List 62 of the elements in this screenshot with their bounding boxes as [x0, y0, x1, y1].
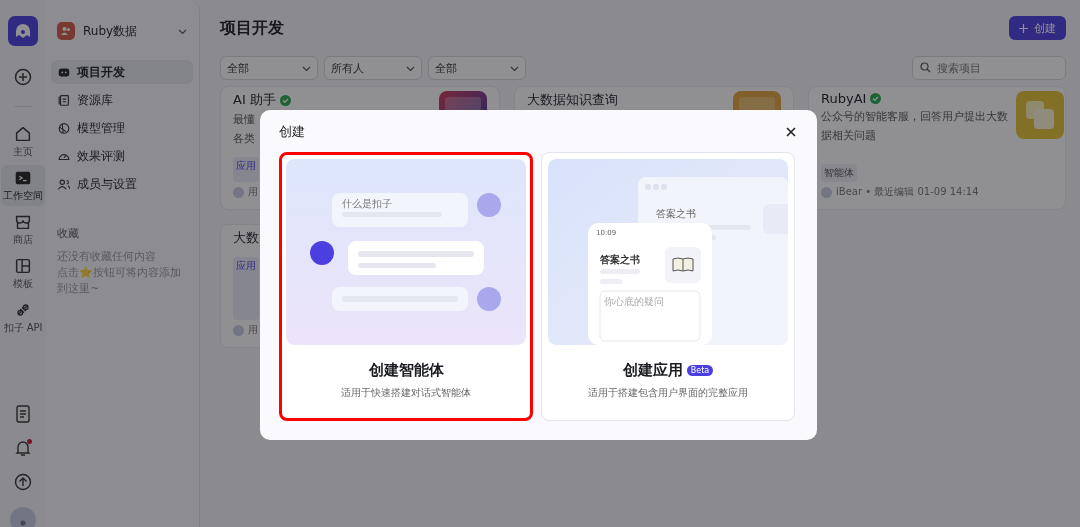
author-text: 用: [248, 323, 258, 337]
rail-item[interactable]: 商店: [1, 209, 45, 250]
project-title: 大数: [233, 229, 259, 247]
sidebar-item[interactable]: 项目开发: [51, 60, 193, 84]
app-name-text: 答案之书: [600, 254, 640, 265]
layout-icon: [13, 256, 33, 276]
option-title: 创建智能体: [368, 361, 444, 380]
create-button[interactable]: 创建: [1009, 16, 1066, 40]
rail-item[interactable]: 工作空间: [1, 165, 45, 206]
page-title: 项目开发: [220, 17, 284, 39]
sidebar-item[interactable]: 效果评测: [51, 144, 193, 168]
sidebar-item[interactable]: 模型管理: [51, 116, 193, 140]
project-description: 最懂: [233, 112, 255, 128]
app-name-text: 答案之书: [656, 208, 696, 219]
project-description: 据相关问题: [821, 128, 876, 144]
author-avatar: [233, 324, 244, 336]
project-title: AI 助手: [233, 91, 276, 109]
close-icon[interactable]: [784, 125, 798, 139]
dialog-title: 创建: [279, 123, 305, 141]
option-card[interactable]: 什么是扣子 创建智能体 适用于快速搭建对话式智能体: [279, 152, 533, 421]
project-description: 各类: [233, 131, 255, 147]
filter-dropdown[interactable]: 所有人: [324, 56, 422, 80]
rail-item[interactable]: 模板: [1, 253, 45, 294]
type-tag: 应用: [233, 157, 259, 182]
home-icon: [13, 124, 33, 144]
rail-item[interactable]: 扣子 API: [1, 297, 45, 338]
project-title: RubyAI: [821, 91, 867, 106]
option-title: 创建应用: [622, 361, 683, 380]
author-avatar: [821, 186, 832, 198]
filter-dropdown[interactable]: 全部: [428, 56, 526, 80]
book-icon: [57, 93, 71, 107]
search-field[interactable]: 搜索项目: [912, 56, 1066, 80]
people-icon: [57, 177, 71, 191]
project-card[interactable]: RubyAI 公众号的智能客服，回答用户提出大数 据相关问题 智能体 iBear • 最近编辑 01-09 14:14: [808, 86, 1066, 210]
author-avatar: [233, 186, 244, 198]
input-placeholder-text: 你心底的疑问: [604, 296, 664, 307]
project-title: 大数据知识查询: [527, 91, 618, 109]
search-icon: [920, 62, 931, 73]
filter-dropdown[interactable]: 全部: [220, 56, 318, 80]
add-icon[interactable]: [14, 68, 32, 86]
bell-icon[interactable]: [14, 439, 32, 457]
upload-icon[interactable]: [14, 473, 32, 491]
rail-item[interactable]: 主页: [1, 121, 45, 162]
project-description: 公众号的智能客服，回答用户提出大数: [821, 109, 1008, 125]
document-icon[interactable]: [15, 405, 31, 423]
sidebar-item[interactable]: 资源库: [51, 88, 193, 112]
globe-icon: [57, 121, 71, 135]
plus-icon: [1019, 23, 1028, 33]
sidebar-item[interactable]: 成员与设置: [51, 172, 193, 196]
section-title: 收藏: [57, 226, 80, 241]
type-tag: 应用: [233, 257, 259, 320]
type-tag: 智能体: [821, 164, 857, 182]
option-description: 适用于快速搭建对话式智能体: [341, 386, 471, 400]
team-icon: [57, 22, 75, 40]
author-text: iBear • 最近编辑 01-09 14:14: [836, 185, 979, 199]
question-text: 什么是扣子: [342, 198, 392, 209]
team-name[interactable]: Ruby数据: [83, 22, 170, 40]
logo-icon[interactable]: [8, 16, 38, 46]
author-text: 用: [248, 185, 258, 199]
option-description: 适用于搭建包含用户界面的完整应用: [588, 386, 748, 400]
user-avatar[interactable]: [10, 507, 36, 527]
beta-badge: Beta: [686, 365, 714, 376]
